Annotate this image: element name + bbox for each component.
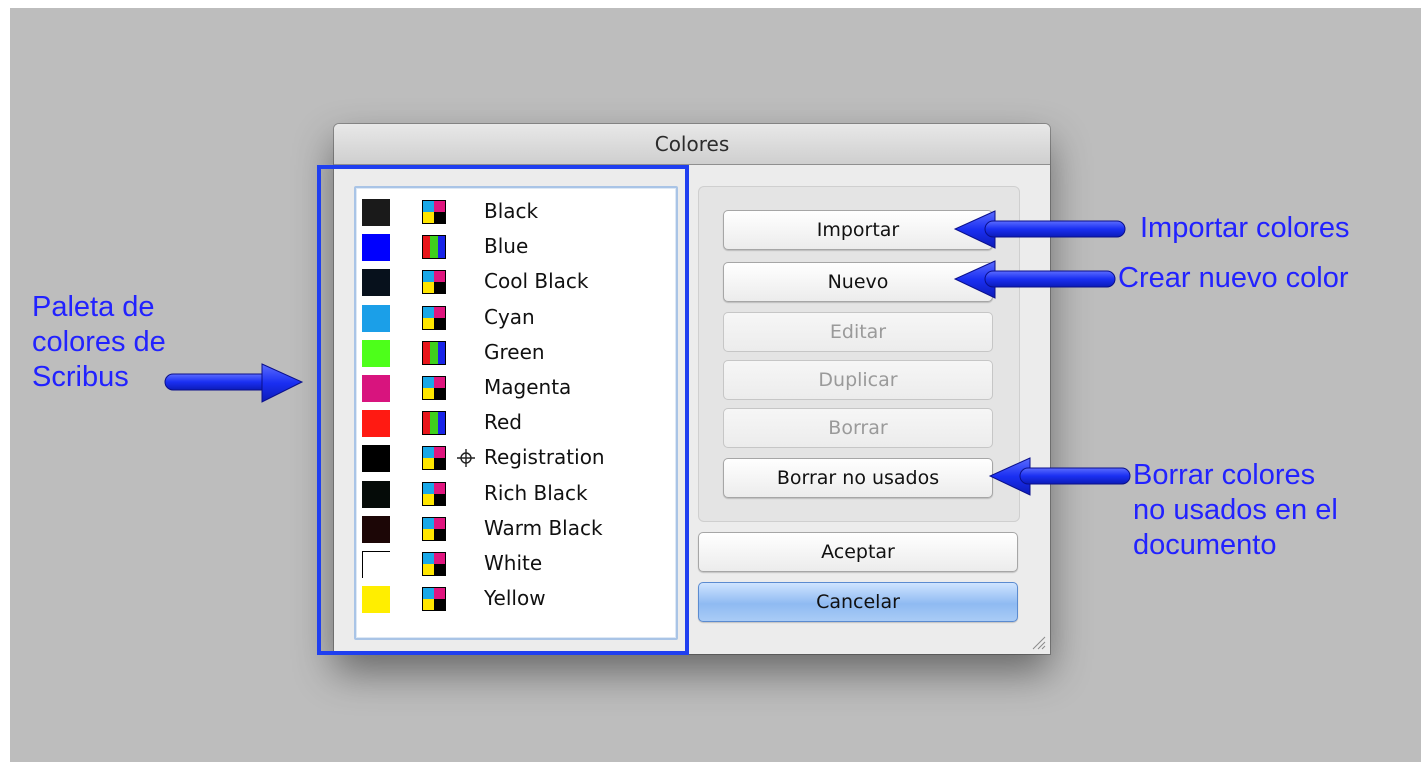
annotation-line: Borrar colores — [1133, 459, 1316, 491]
editar-button[interactable]: Editar — [723, 312, 993, 352]
annotation-line: no usados en el — [1133, 494, 1338, 526]
cancelar-button[interactable]: Cancelar — [698, 582, 1018, 622]
borrar-annotation: Borrar colores no usados en el documento — [1133, 458, 1338, 563]
dialog-title: Colores — [334, 124, 1050, 165]
borrar-no-usados-button[interactable]: Borrar no usados — [723, 458, 993, 498]
importar-button[interactable]: Importar — [723, 210, 993, 250]
aceptar-button[interactable]: Aceptar — [698, 532, 1018, 572]
annotation-line: colores de — [32, 326, 166, 358]
resize-grip-icon[interactable] — [1030, 634, 1046, 650]
annotation-line: Paleta de — [32, 291, 155, 323]
palette-annotation: Paleta de colores de Scribus — [32, 290, 166, 395]
nuevo-button[interactable]: Nuevo — [723, 262, 993, 302]
importar-annotation: Importar colores — [1140, 212, 1350, 244]
nuevo-annotation: Crear nuevo color — [1118, 262, 1349, 294]
annotation-line: Scribus — [32, 361, 129, 393]
duplicar-button[interactable]: Duplicar — [723, 360, 993, 400]
palette-highlight-box — [317, 165, 689, 655]
annotation-line: documento — [1133, 529, 1277, 561]
borrar-button[interactable]: Borrar — [723, 408, 993, 448]
